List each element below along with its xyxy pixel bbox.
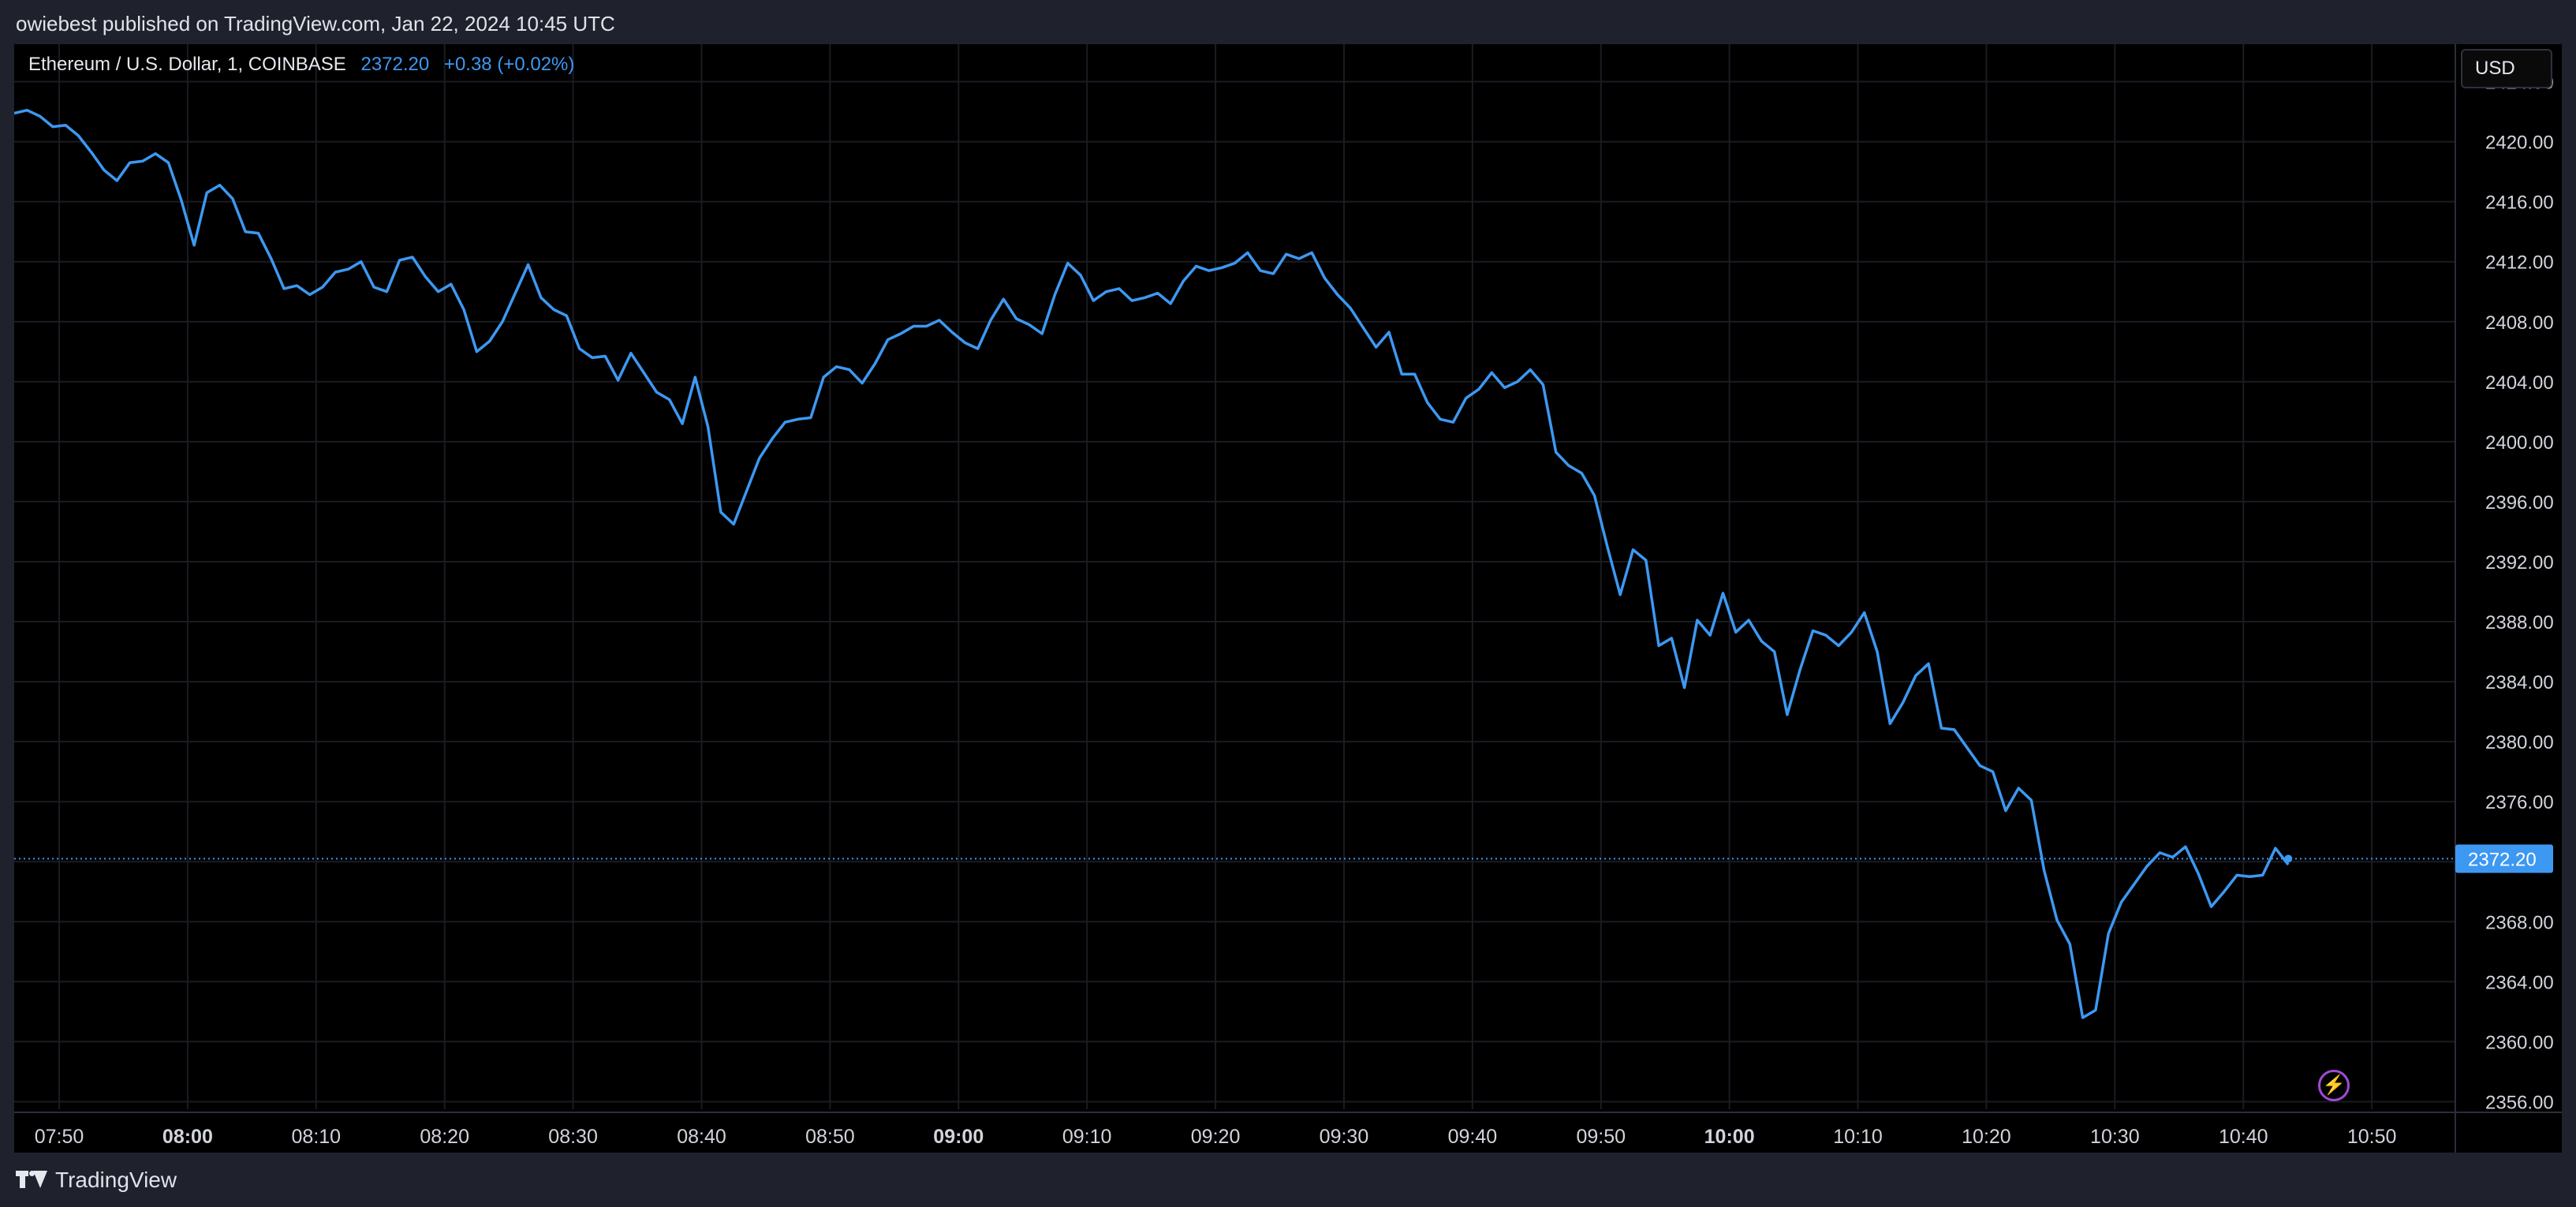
x-tick-label: 08:40 xyxy=(677,1126,726,1148)
x-tick-label: 09:10 xyxy=(1062,1126,1112,1148)
symbol-name[interactable]: Ethereum / U.S. Dollar, 1, COINBASE xyxy=(28,54,346,75)
y-tick-label: 2376.00 xyxy=(2485,792,2554,813)
y-tick-label: 2356.00 xyxy=(2485,1092,2554,1113)
x-tick-label: 08:20 xyxy=(420,1126,469,1148)
x-tick-label: 09:00 xyxy=(933,1126,984,1148)
x-tick-label: 07:50 xyxy=(35,1126,84,1148)
price-line xyxy=(14,108,2290,1019)
x-tick-label: 10:50 xyxy=(2347,1126,2397,1148)
currency-button[interactable]: USD xyxy=(2461,49,2552,88)
y-tick-label: 2384.00 xyxy=(2485,672,2554,693)
lightning-icon[interactable]: ⚡ xyxy=(2318,1070,2350,1101)
grid-layer xyxy=(14,44,2562,1153)
x-tick-label: 09:30 xyxy=(1320,1126,1369,1148)
y-tick-label: 2404.00 xyxy=(2485,372,2554,394)
legend-change: +0.38 (+0.02%) xyxy=(443,54,575,75)
x-tick-label: 08:00 xyxy=(162,1126,213,1148)
x-tick-label: 08:50 xyxy=(805,1126,855,1148)
y-tick-label: 2412.00 xyxy=(2485,252,2554,274)
chart-frame: owiebest published on TradingView.com, J… xyxy=(0,0,2576,1207)
symbol-legend: Ethereum / U.S. Dollar, 1, COINBASE 2372… xyxy=(28,54,574,76)
y-tick-label: 2396.00 xyxy=(2485,492,2554,514)
chart-area[interactable]: 2356.002360.002364.002368.002372.002376.… xyxy=(14,44,2562,1153)
x-tick-label: 09:20 xyxy=(1191,1126,1241,1148)
y-tick-label: 2368.00 xyxy=(2485,912,2554,933)
last-price-label: 2372.20 xyxy=(2468,849,2537,870)
y-tick-label: 2416.00 xyxy=(2485,192,2554,214)
x-tick-label: 10:10 xyxy=(1833,1126,1883,1148)
y-tick-label: 2420.00 xyxy=(2485,133,2554,154)
x-tick-label: 08:10 xyxy=(292,1126,342,1148)
x-tick-label: 10:20 xyxy=(1962,1126,2011,1148)
y-tick-label: 2408.00 xyxy=(2485,312,2554,334)
price-label-layer: 2372.20 xyxy=(2455,844,2553,873)
x-tick-label: 09:40 xyxy=(1448,1126,1498,1148)
x-tick-label: 10:40 xyxy=(2219,1126,2268,1148)
legend-price: 2372.20 xyxy=(360,54,430,75)
publish-info: owiebest published on TradingView.com, J… xyxy=(16,12,615,36)
brand-name[interactable]: TradingView xyxy=(55,1168,177,1193)
tradingview-logo-icon xyxy=(16,1170,47,1190)
y-tick-label: 2380.00 xyxy=(2485,732,2554,753)
axis-labels: 2356.002360.002364.002368.002372.002376.… xyxy=(35,73,2554,1148)
y-tick-label: 2400.00 xyxy=(2485,432,2554,454)
y-tick-label: 2364.00 xyxy=(2485,972,2554,993)
x-tick-label: 09:50 xyxy=(1576,1126,1626,1148)
y-tick-label: 2360.00 xyxy=(2485,1032,2554,1053)
x-tick-label: 10:00 xyxy=(1704,1126,1755,1148)
x-tick-label: 10:30 xyxy=(2090,1126,2140,1148)
price-chart[interactable]: 2356.002360.002364.002368.002372.002376.… xyxy=(14,44,2562,1153)
y-tick-label: 2392.00 xyxy=(2485,552,2554,574)
footer: TradingView xyxy=(0,1153,2576,1207)
series-layer xyxy=(14,108,2455,1019)
x-tick-label: 08:30 xyxy=(548,1126,598,1148)
y-tick-label: 2388.00 xyxy=(2485,612,2554,633)
